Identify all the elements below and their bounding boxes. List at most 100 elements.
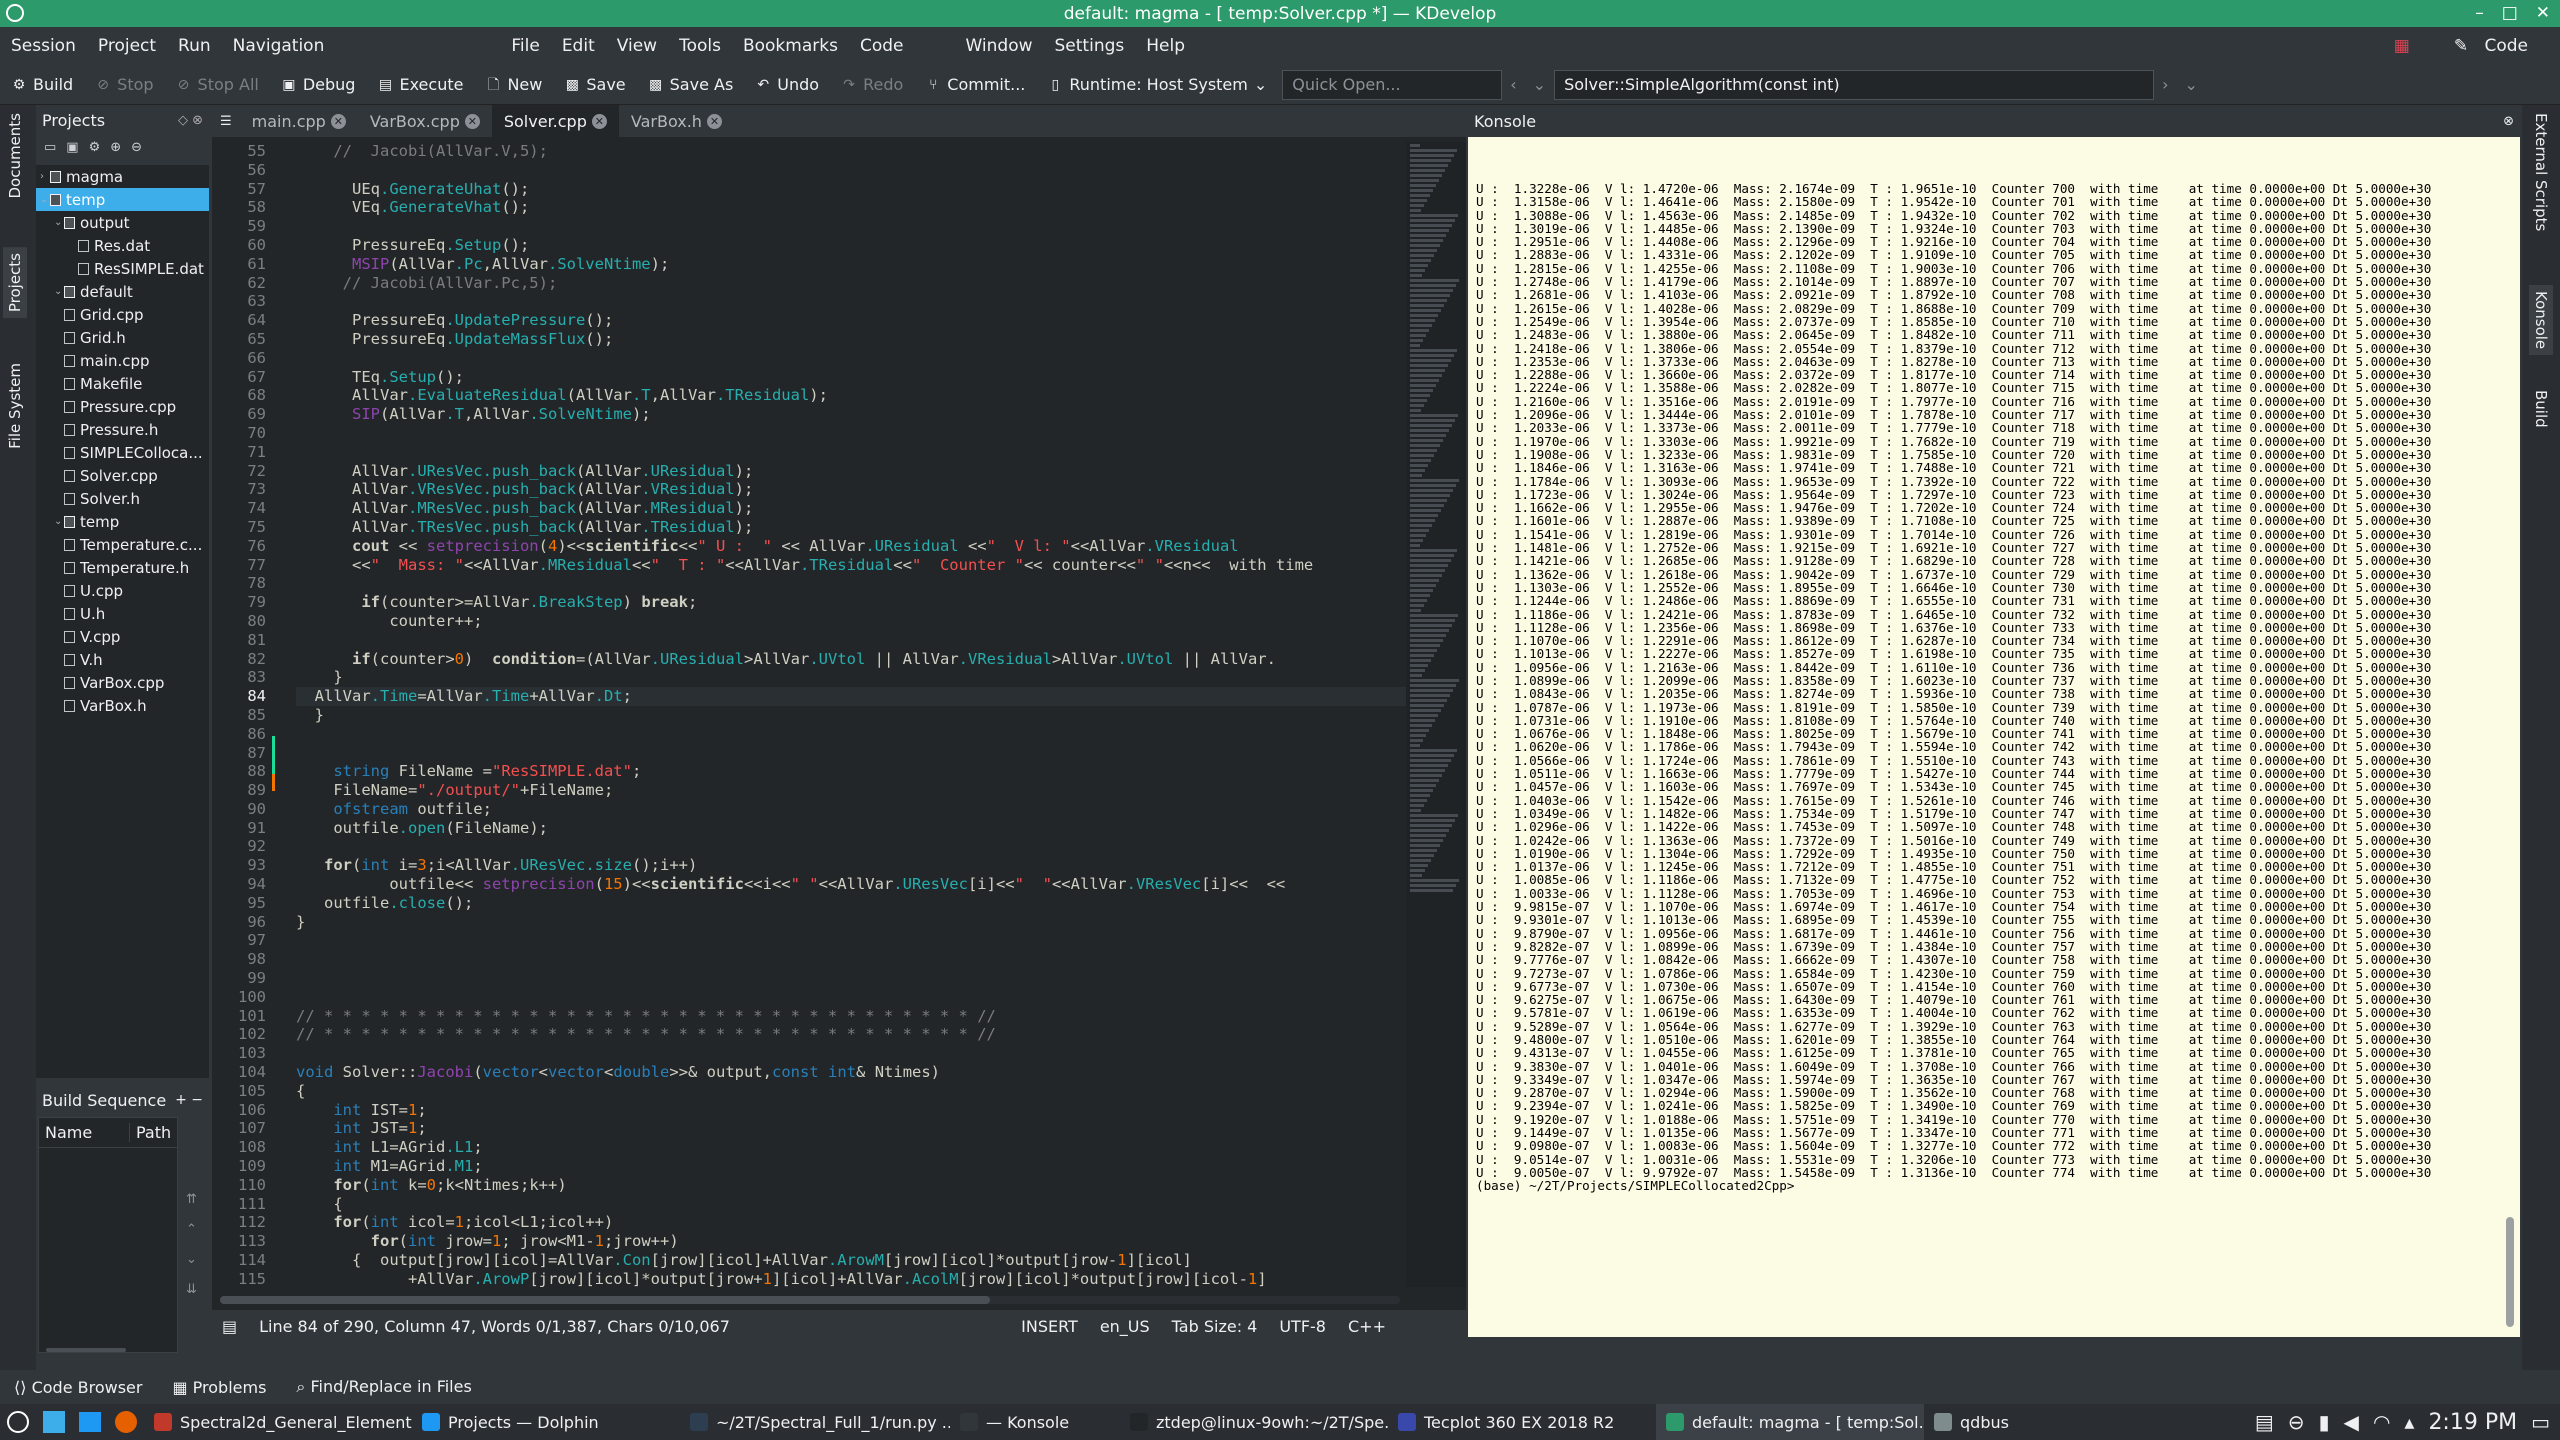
close-tab-icon[interactable]: ✕ xyxy=(706,113,722,129)
redo-button[interactable]: ↷ Redo xyxy=(830,75,914,94)
clock[interactable]: 2:19 PM xyxy=(2428,1410,2517,1435)
code-line[interactable]: for(int i=3;i<AllVar.UResVec.size();i++) xyxy=(296,856,1406,875)
tab-build[interactable]: Build xyxy=(2532,390,2550,428)
code-line[interactable]: } xyxy=(296,668,1406,687)
code-line[interactable]: counter++; xyxy=(296,612,1406,631)
code-lines[interactable]: // Jacobi(AllVar.V,5); UEq.GenerateUhat(… xyxy=(296,142,1406,1287)
code-line[interactable] xyxy=(296,292,1406,311)
tree-item[interactable]: ResSIMPLE.dat xyxy=(36,257,209,280)
code-line[interactable] xyxy=(296,950,1406,969)
tree-item[interactable]: Makefile xyxy=(36,372,209,395)
runtime-selector[interactable]: ▯ Runtime: Host System ⌄ xyxy=(1036,75,1278,94)
code-line[interactable]: if(counter>=AllVar.BreakStep) break; xyxy=(296,593,1406,612)
encoding[interactable]: UTF-8 xyxy=(1279,1317,1326,1336)
code-line[interactable]: for(int icol=1;icol<L1;icol++) xyxy=(296,1213,1406,1232)
tree-item[interactable]: VarBox.h xyxy=(36,694,209,717)
menu-bookmarks[interactable]: Bookmarks xyxy=(732,36,849,56)
menu-settings[interactable]: Settings xyxy=(1044,36,1136,56)
code-line[interactable] xyxy=(296,744,1406,763)
commit-button[interactable]: ⑂ Commit... xyxy=(914,75,1036,94)
code-line[interactable]: VEq.GenerateVhat(); xyxy=(296,198,1406,217)
taskbar-task[interactable]: Spectral2d_General_Element... xyxy=(144,1404,412,1440)
menu-window[interactable]: Window xyxy=(954,36,1043,56)
code-line[interactable]: ofstream outfile; xyxy=(296,800,1406,819)
code-line[interactable] xyxy=(296,217,1406,236)
context-navigation-input[interactable]: Solver::SimpleAlgorithm(const int) xyxy=(1554,69,2155,100)
code-line[interactable] xyxy=(296,443,1406,462)
new-button[interactable]: 🗋 New xyxy=(474,75,553,94)
sync-icon[interactable]: ⚙ xyxy=(89,140,101,155)
network-icon[interactable]: ◠ xyxy=(2373,1410,2390,1434)
terminal-output[interactable]: U : 1.3228e-06 V l: 1.4720e-06 Mass: 2.1… xyxy=(1468,137,2520,1337)
tab-code-browser[interactable]: ⟨⟩ Code Browser xyxy=(14,1378,142,1397)
code-line[interactable]: } xyxy=(296,706,1406,725)
tree-item[interactable]: Solver.cpp xyxy=(36,464,209,487)
tree-item[interactable]: ⌄ default xyxy=(36,280,209,303)
tab-file-system[interactable]: File System xyxy=(6,363,24,449)
code-line[interactable] xyxy=(296,574,1406,593)
app-launcher-icon[interactable] xyxy=(0,1404,36,1440)
show-desktop-icon[interactable]: ▭ xyxy=(2531,1410,2550,1434)
terminal-prompt[interactable]: (base) ~/2T/Projects/SIMPLECollocated2Cp… xyxy=(1468,1179,2520,1193)
taskbar-task[interactable]: default: magma - [ temp:Sol... xyxy=(1656,1404,1924,1440)
code-line[interactable]: AllVar.UResVec.push_back(AllVar.UResidua… xyxy=(296,462,1406,481)
code-line[interactable] xyxy=(296,988,1406,1007)
tab-external-scripts[interactable]: External Scripts xyxy=(2532,113,2550,231)
code-line[interactable]: if(counter>0) condition=(AllVar.UResidua… xyxy=(296,650,1406,669)
taskbar-task[interactable]: — Konsole xyxy=(950,1404,1120,1440)
code-line[interactable]: PressureEq.UpdateMassFlux(); xyxy=(296,330,1406,349)
expand-arrow-icon[interactable]: ⌄ xyxy=(54,286,64,297)
code-line[interactable] xyxy=(296,837,1406,856)
code-line[interactable]: PressureEq.Setup(); xyxy=(296,236,1406,255)
code-line[interactable]: string FileName ="ResSIMPLE.dat"; xyxy=(296,762,1406,781)
code-line[interactable]: // Jacobi(AllVar.V,5); xyxy=(296,142,1406,161)
code-line[interactable] xyxy=(296,1044,1406,1063)
code-line[interactable] xyxy=(296,631,1406,650)
debug-button[interactable]: ▣ Debug xyxy=(270,75,367,94)
code-line[interactable]: { xyxy=(296,1195,1406,1214)
expand-arrow-icon[interactable]: ⌄ xyxy=(54,217,64,228)
code-line[interactable]: MSIP(AllVar.Pc,AllVar.SolveNtime); xyxy=(296,255,1406,274)
quick-open-input[interactable]: Quick Open... xyxy=(1282,69,1503,100)
spellcheck-language[interactable]: en_US xyxy=(1100,1317,1150,1336)
code-line[interactable]: void Solver::Jacobi(vector<vector<double… xyxy=(296,1063,1406,1082)
column-path[interactable]: Path xyxy=(129,1123,171,1142)
tab-find-replace[interactable]: ⌕ Find/Replace in Files xyxy=(296,1377,471,1397)
terminal-scrollbar[interactable] xyxy=(2506,137,2514,1337)
menu-run[interactable]: Run xyxy=(167,36,222,56)
tab-list-icon[interactable]: ☰ xyxy=(212,114,240,129)
close-tab-icon[interactable]: ✕ xyxy=(591,113,607,129)
code-line[interactable]: // * * * * * * * * * * * * * * * * * * *… xyxy=(296,1007,1406,1026)
code-line[interactable]: } xyxy=(296,913,1406,932)
dolphin-launcher-icon[interactable] xyxy=(79,1412,101,1432)
column-name[interactable]: Name xyxy=(39,1123,129,1142)
code-line[interactable]: TEq.Setup(); xyxy=(296,368,1406,387)
menu-edit[interactable]: Edit xyxy=(551,36,606,56)
code-line[interactable]: FileName="./output/"+FileName; xyxy=(296,781,1406,800)
layout-icon[interactable]: ▦ xyxy=(2383,36,2421,56)
close-tab-icon[interactable]: ✕ xyxy=(330,113,346,129)
tree-item[interactable]: Temperature.h xyxy=(36,556,209,579)
menu-file[interactable]: File xyxy=(500,36,550,56)
menu-code[interactable]: Code xyxy=(849,36,915,56)
code-line[interactable]: PressureEq.UpdatePressure(); xyxy=(296,311,1406,330)
code-line[interactable] xyxy=(296,424,1406,443)
code-line[interactable]: { xyxy=(296,1082,1406,1101)
code-line[interactable]: outfile.open(FileName); xyxy=(296,819,1406,838)
code-line[interactable]: int IST=1; xyxy=(296,1101,1406,1120)
tree-item[interactable]: Grid.h xyxy=(36,326,209,349)
maximize-button[interactable]: □ xyxy=(2502,3,2518,23)
build-button[interactable]: ⚙ Build xyxy=(0,75,84,94)
context-forward-icon[interactable]: › xyxy=(2154,75,2176,94)
tree-item[interactable]: ⌄ temp xyxy=(36,188,209,211)
syntax-mode[interactable]: C++ xyxy=(1348,1317,1386,1336)
taskbar-task[interactable]: qdbus xyxy=(1924,1404,2024,1440)
code-line[interactable]: int JST=1; xyxy=(296,1119,1406,1138)
menu-navigation[interactable]: Navigation xyxy=(222,36,336,56)
stop-button[interactable]: ⊘ Stop xyxy=(84,75,164,94)
menu-project[interactable]: Project xyxy=(87,36,167,56)
volume-icon[interactable]: ◀ xyxy=(2344,1410,2359,1434)
folding-margin[interactable] xyxy=(270,142,288,1287)
tree-item[interactable]: › magma xyxy=(36,165,209,188)
window-titlebar[interactable]: default: magma - [ temp:Solver.cpp *] — … xyxy=(0,0,2560,27)
